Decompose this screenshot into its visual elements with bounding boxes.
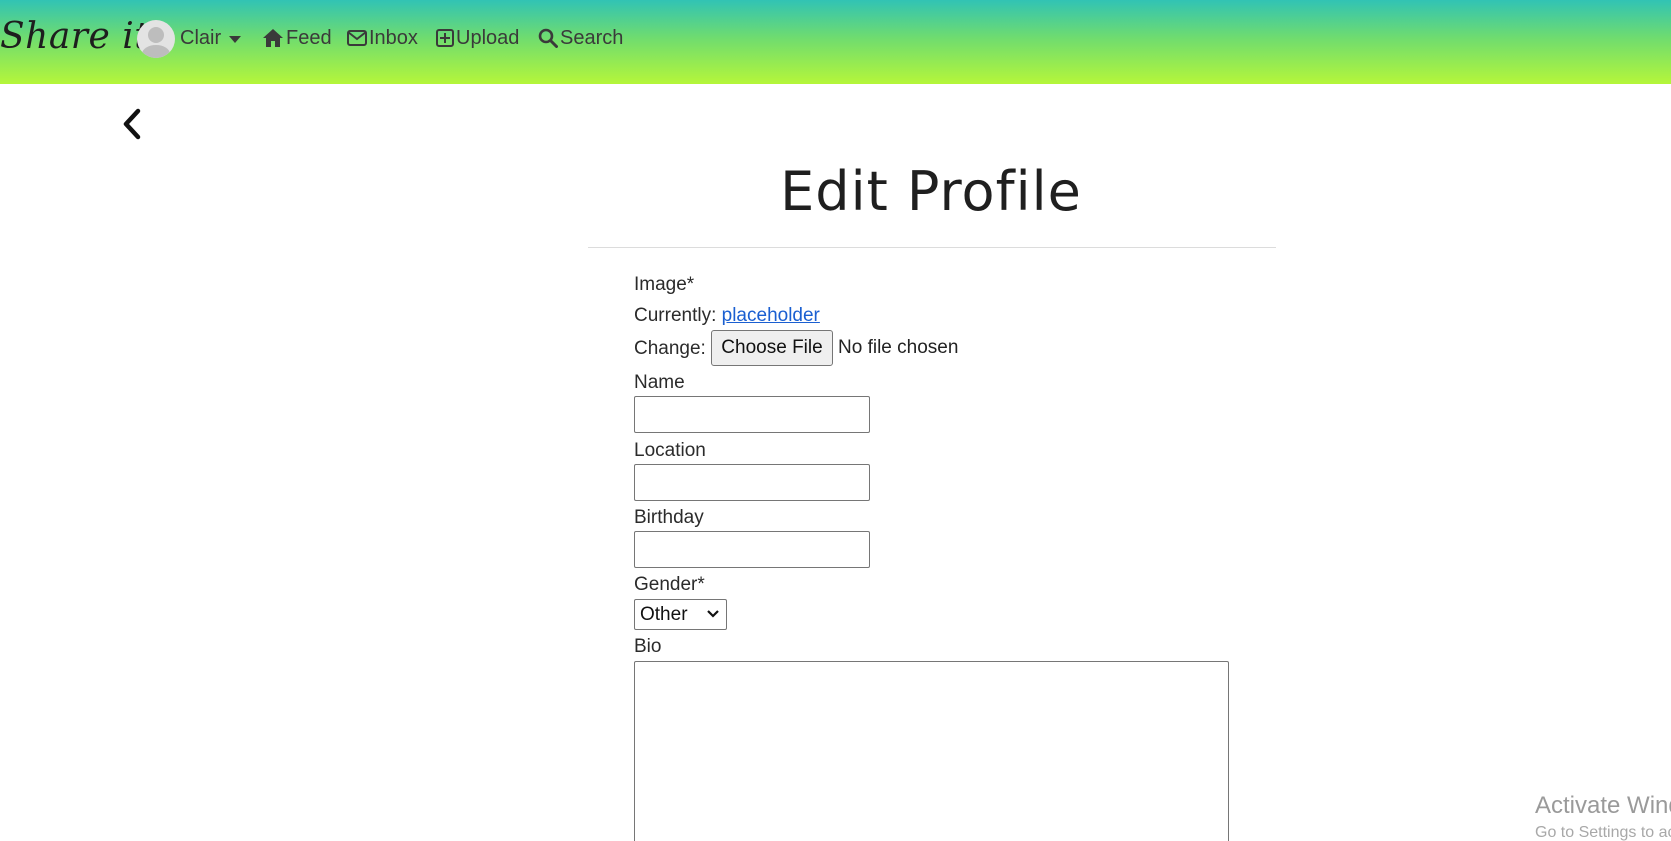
title-divider — [588, 247, 1276, 248]
change-label: Change: — [634, 338, 706, 359]
search-icon — [538, 28, 558, 48]
nav-upload-label: Upload — [456, 26, 520, 49]
user-menu-dropdown[interactable]: Clair — [180, 24, 242, 52]
currently-row: Currently: placeholder — [634, 305, 820, 327]
home-icon — [263, 29, 283, 47]
brand-logo[interactable]: Share it — [0, 16, 149, 57]
birthday-input[interactable] — [634, 531, 870, 568]
chevron-left-icon — [123, 108, 141, 140]
nav-inbox-label: Inbox — [369, 26, 418, 49]
file-status: No file chosen — [838, 337, 959, 358]
caret-down-icon — [229, 35, 242, 43]
chevron-down-icon — [707, 610, 719, 618]
avatar-icon — [142, 27, 170, 58]
page-title: Edit Profile — [780, 160, 1082, 223]
top-navbar: Share it Clair Feed Inbox Upload Search — [0, 0, 1671, 84]
name-input[interactable] — [634, 396, 870, 433]
plus-square-icon — [436, 29, 454, 47]
birthday-label: Birthday — [634, 507, 704, 528]
page: Share it Clair Feed Inbox Upload Search … — [0, 0, 1671, 841]
bio-label: Bio — [634, 636, 662, 657]
back-button[interactable] — [118, 107, 146, 141]
user-avatar[interactable] — [137, 20, 175, 58]
nav-inbox[interactable]: Inbox — [347, 24, 418, 52]
gender-selected-value: Other — [640, 603, 688, 625]
nav-feed-label: Feed — [286, 26, 332, 49]
nav-search[interactable]: Search — [538, 24, 623, 52]
user-name: Clair — [180, 26, 222, 49]
gender-label: Gender* — [634, 574, 705, 595]
bio-textarea[interactable] — [634, 661, 1229, 841]
choose-file-button[interactable]: Choose File — [711, 330, 833, 366]
gender-select[interactable]: Other — [634, 599, 727, 630]
activate-windows-subtitle: Go to Settings to activate Windows. — [1535, 824, 1671, 841]
currently-label: Currently: — [634, 305, 717, 326]
nav-search-label: Search — [560, 26, 624, 49]
envelope-icon — [347, 30, 367, 46]
current-image-link[interactable]: placeholder — [722, 305, 820, 326]
location-label: Location — [634, 440, 706, 461]
nav-upload[interactable]: Upload — [436, 24, 519, 52]
activate-windows-watermark: Activate Windows — [1535, 792, 1671, 819]
image-label: Image* — [634, 274, 695, 295]
nav-feed[interactable]: Feed — [262, 24, 332, 52]
location-input[interactable] — [634, 464, 870, 501]
name-label: Name — [634, 372, 685, 393]
